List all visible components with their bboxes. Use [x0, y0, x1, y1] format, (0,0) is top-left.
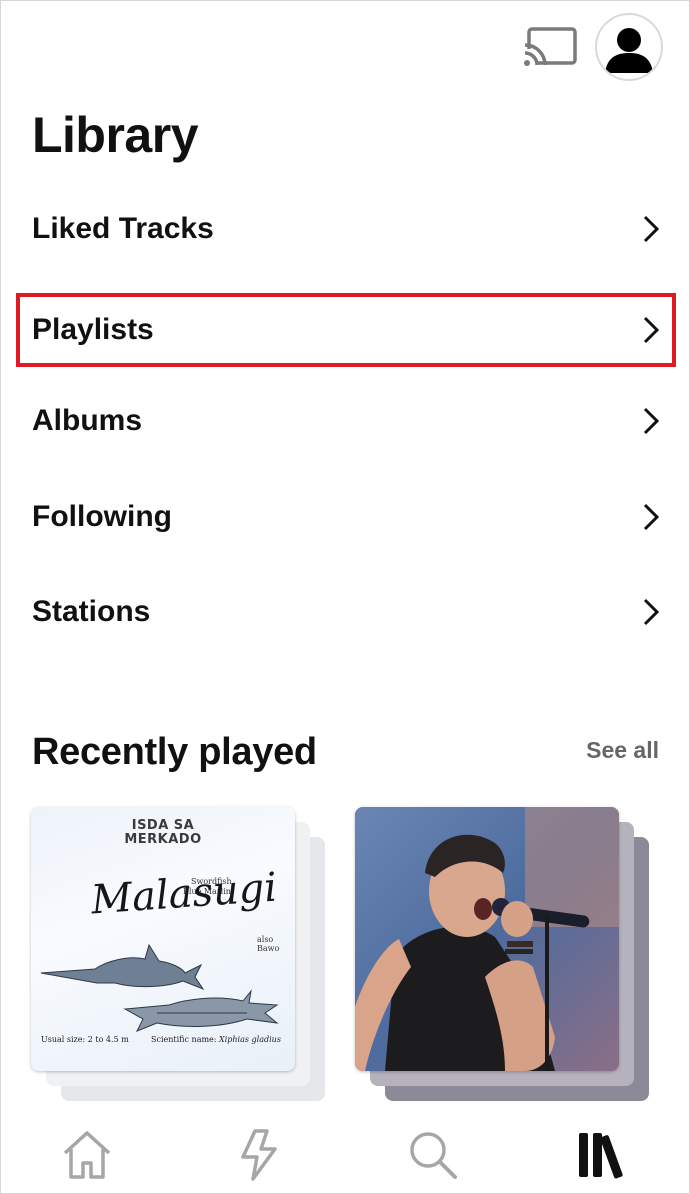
artwork-footer-left: Usual size: 2 to 4.5 m [41, 1035, 129, 1044]
artwork-footer-right: Scientific name: Xiphias gladius [151, 1035, 281, 1044]
chevron-right-icon [643, 316, 660, 344]
swordfish-illustration [40, 943, 279, 1032]
cast-icon[interactable] [521, 25, 579, 69]
artwork-footer-prefix: Scientific name: [151, 1035, 217, 1044]
menu-item-label: Stations [32, 595, 151, 628]
search-icon[interactable] [405, 1127, 461, 1183]
lightning-icon[interactable] [231, 1127, 287, 1183]
singer-photo [355, 807, 619, 1071]
library-screen: Library Liked Tracks Playlists Albums Fo… [0, 0, 690, 1194]
see-all-link[interactable]: See all [586, 737, 659, 764]
recently-played-card[interactable]: ISDA SA MERKADO Swordfish Blue Marlin Ma… [31, 807, 326, 1107]
library-icon[interactable] [575, 1127, 631, 1183]
page-title: Library [32, 107, 199, 163]
artwork-heading-line: MERKADO [124, 832, 202, 847]
bottom-nav [1, 1101, 689, 1193]
menu-item-playlists[interactable]: Playlists [16, 293, 676, 367]
recently-played-title: Recently played [32, 731, 317, 773]
artwork-heading: ISDA SA MERKADO [31, 819, 295, 847]
menu-item-albums[interactable]: Albums [16, 385, 676, 457]
menu-item-label: Following [32, 500, 172, 533]
user-avatar-icon[interactable] [595, 13, 663, 81]
artwork-script-title: Malasugi [89, 864, 279, 924]
artwork-footer-italic: Xiphias gladius [219, 1035, 281, 1044]
home-icon[interactable] [59, 1127, 115, 1183]
menu-item-label: Playlists [32, 313, 154, 346]
menu-item-stations[interactable]: Stations [16, 576, 676, 648]
chevron-right-icon [643, 215, 660, 243]
album-artwork: ISDA SA MERKADO Swordfish Blue Marlin Ma… [31, 807, 295, 1071]
menu-item-following[interactable]: Following [16, 481, 676, 553]
recently-played-card[interactable] [355, 807, 650, 1107]
chevron-right-icon [643, 503, 660, 531]
menu-item-label: Albums [32, 404, 143, 437]
chevron-right-icon [643, 598, 660, 626]
menu-item-liked-tracks[interactable]: Liked Tracks [16, 193, 676, 265]
menu-item-label: Liked Tracks [32, 212, 214, 245]
chevron-right-icon [643, 407, 660, 435]
artwork-heading-line: ISDA SA [131, 818, 195, 833]
